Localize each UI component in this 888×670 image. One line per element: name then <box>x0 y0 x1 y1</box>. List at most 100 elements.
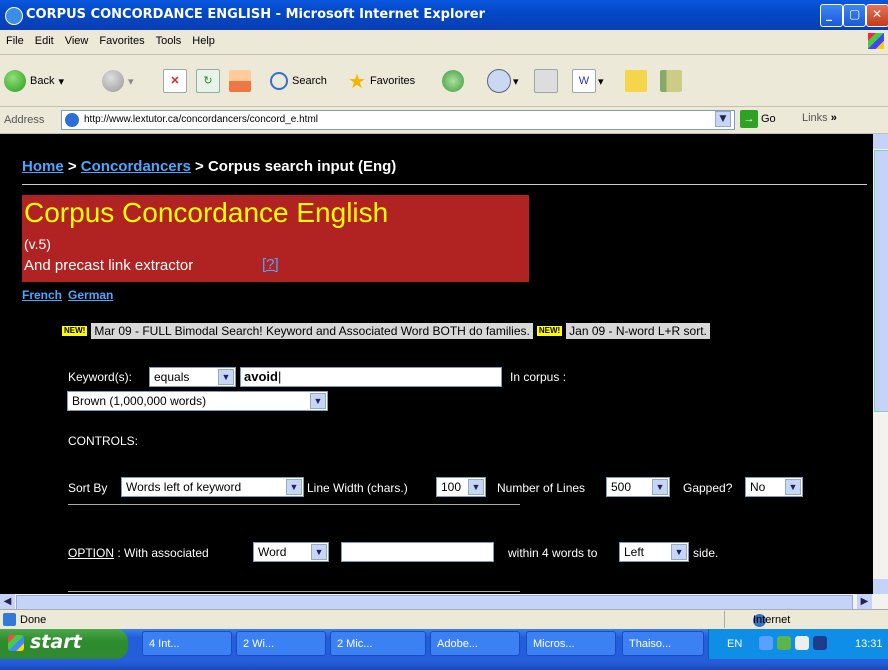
start-button[interactable]: start <box>0 629 128 659</box>
forward-button[interactable]: ▾ <box>102 67 134 95</box>
corpus-select[interactable]: Brown (1,000,000 words) ▼ <box>67 391 328 411</box>
back-arrow-icon <box>4 70 26 92</box>
system-tray: EN 13:31 <box>708 629 888 659</box>
number-of-lines-select[interactable]: 500 ▼ <box>606 477 670 497</box>
toolbar: Back ▾ ▾ ✕ ↻ Search ★ Favorites ▾ W ▾ <box>0 55 888 107</box>
chevron-down-icon: ▼ <box>310 393 326 409</box>
history-icon <box>442 70 464 92</box>
option-label: OPTION <box>68 546 115 560</box>
french-link[interactable]: French <box>22 288 62 302</box>
maximize-button[interactable]: ▢ <box>843 4 866 27</box>
books-icon <box>660 70 682 92</box>
status-text: Done <box>20 614 47 626</box>
keyword-mode-select[interactable]: equals ▼ <box>149 367 236 387</box>
controls-heading: CONTROLS: <box>68 434 139 448</box>
breadcrumb: Home > Concordancers > Corpus search inp… <box>22 158 397 175</box>
vertical-scrollbar[interactable] <box>873 134 888 594</box>
task-microsoft[interactable]: Micros... <box>526 631 616 656</box>
tray-arrow-icon[interactable] <box>759 636 773 650</box>
sort-label: Sort By <box>68 481 108 495</box>
associated-word-input[interactable] <box>341 542 494 562</box>
divider <box>22 184 867 185</box>
scroll-left-button[interactable]: ◀ <box>0 594 15 609</box>
help-link[interactable]: [?] <box>262 256 279 273</box>
minimize-button[interactable]: _ <box>820 4 843 27</box>
menu-help[interactable]: Help <box>186 30 220 47</box>
address-dropdown[interactable]: ▼ <box>712 110 732 128</box>
sort-select[interactable]: Words left of keyword ▼ <box>121 477 304 497</box>
window-title: CORPUS CONCORDANCE ENGLISH - Microsoft I… <box>26 7 486 22</box>
task-windows-explorer[interactable]: 2 Wi... <box>236 631 326 656</box>
scroll-down-button[interactable] <box>873 579 888 594</box>
status-bar: Done Internet <box>0 609 888 630</box>
associated-label: With associated <box>124 546 209 560</box>
stop-icon: ✕ <box>163 69 187 93</box>
task-microsoft-word[interactable]: 2 Mic... <box>330 631 426 656</box>
links-button[interactable]: Links » <box>802 112 837 124</box>
windows-flag-icon <box>8 635 24 651</box>
menu-favorites[interactable]: Favorites <box>93 30 149 47</box>
title-bar: CORPUS CONCORDANCE ENGLISH - Microsoft I… <box>0 0 888 30</box>
back-button[interactable]: Back ▾ <box>4 67 64 95</box>
ie-icon <box>5 7 23 25</box>
news-item: Mar 09 - FULL Bimodal Search! Keyword an… <box>91 323 533 339</box>
line-width-select[interactable]: 100 ▼ <box>436 477 486 497</box>
menu-view[interactable]: View <box>59 30 94 47</box>
news-item: Jan 09 - N-word L+R sort. <box>566 323 710 339</box>
mail-button[interactable]: ▾ <box>487 67 519 95</box>
horizontal-scrollbar[interactable]: ◀ ▶ <box>0 594 888 610</box>
scroll-right-button[interactable]: ▶ <box>857 594 872 609</box>
research-button[interactable] <box>660 67 682 95</box>
page-done-icon <box>3 613 16 626</box>
menu-edit[interactable]: Edit <box>29 30 59 47</box>
horizontal-scroll-thumb[interactable] <box>16 595 853 610</box>
concordancers-link[interactable]: Concordancers <box>81 158 191 175</box>
keyword-input[interactable]: avoid| <box>240 367 502 387</box>
gapped-label: Gapped? <box>683 481 733 495</box>
version: (v.5) <box>24 236 51 252</box>
print-button[interactable] <box>534 67 558 95</box>
forward-arrow-icon <box>102 70 124 92</box>
title-banner: Corpus Concordance English (v.5) And pre… <box>22 195 529 282</box>
stop-button[interactable]: ✕ <box>163 67 187 95</box>
current-page: Corpus search input (Eng) <box>207 158 397 175</box>
german-link[interactable]: German <box>68 288 113 302</box>
star-icon: ★ <box>348 70 366 93</box>
home-link[interactable]: Home <box>22 158 64 175</box>
favorites-button[interactable]: ★ Favorites <box>348 67 415 95</box>
folder-button[interactable] <box>625 67 647 95</box>
history-button[interactable] <box>442 67 464 95</box>
edit-button[interactable]: W ▾ <box>572 67 604 95</box>
tray-app-icon[interactable] <box>795 636 809 650</box>
chevron-down-icon: ▼ <box>468 479 484 495</box>
close-button[interactable]: ✕ <box>866 4 888 27</box>
menu-file[interactable]: File <box>0 30 29 47</box>
scroll-up-button[interactable] <box>873 134 888 149</box>
task-internet-explorer[interactable]: 4 Int... <box>142 631 232 656</box>
network-icon[interactable] <box>777 636 791 650</box>
language-indicator[interactable]: EN <box>727 638 742 650</box>
address-input[interactable]: http://www.lextutor.ca/concordancers/con… <box>61 110 735 130</box>
address-label: Address <box>4 114 45 126</box>
page-icon <box>65 113 79 127</box>
chevron-down-icon: ▼ <box>218 369 234 385</box>
clock: 13:31 <box>855 638 883 650</box>
refresh-button[interactable]: ↻ <box>196 67 220 95</box>
within-label: within 4 words to <box>508 546 598 560</box>
number-of-lines-label: Number of Lines <box>497 481 586 495</box>
chevron-down-icon: ▼ <box>311 544 327 560</box>
task-thaiso[interactable]: Thaiso... <box>622 631 704 656</box>
home-button[interactable] <box>229 67 251 95</box>
page-title: Corpus Concordance English <box>24 197 389 228</box>
corpus-label: In corpus : <box>510 370 567 384</box>
scroll-thumb[interactable] <box>874 150 888 412</box>
search-button[interactable]: Search <box>270 67 327 95</box>
line-width-label: Line Width (chars.) <box>307 481 408 495</box>
side-select[interactable]: Left ▼ <box>619 542 689 562</box>
task-adobe[interactable]: Adobe... <box>430 631 520 656</box>
menu-tools[interactable]: Tools <box>150 30 187 47</box>
go-button[interactable]: → Go <box>740 110 776 128</box>
associated-type-select[interactable]: Word ▼ <box>253 542 329 562</box>
monitor-icon[interactable] <box>813 636 827 650</box>
gapped-select[interactable]: No ▼ <box>745 477 803 497</box>
